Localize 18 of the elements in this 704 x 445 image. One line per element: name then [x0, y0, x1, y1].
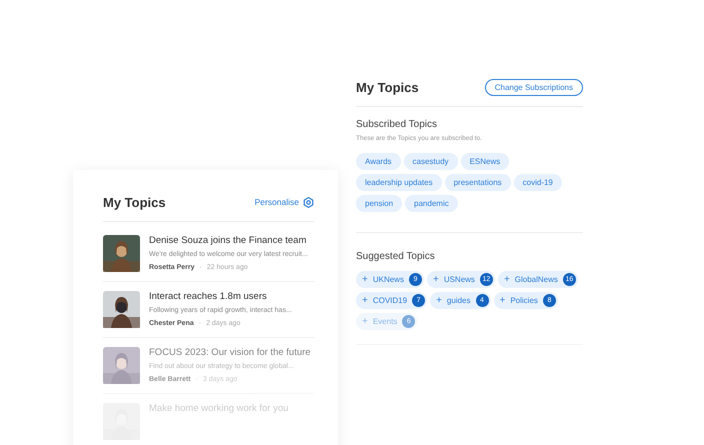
topic-tag[interactable]: ESNews — [460, 153, 510, 170]
change-subscriptions-button[interactable]: Change Subscriptions — [484, 78, 583, 96]
section-heading: Suggested Topics — [356, 251, 436, 262]
topic-tag[interactable]: Awards — [356, 153, 401, 170]
topic-tag[interactable]: leadership updates — [356, 174, 442, 191]
topic-tag[interactable]: casestudy — [404, 153, 458, 170]
topic-tag[interactable]: pension — [356, 195, 402, 212]
topic-tag[interactable]: presentations — [444, 174, 511, 191]
card-title: My Topics — [356, 80, 419, 94]
settings-icon — [303, 196, 314, 208]
section-heading: Subscribed Topics — [356, 119, 438, 130]
article-title[interactable]: Denise Souza joins the Finance team — [149, 235, 308, 246]
article-title[interactable]: Interact reaches 1.8m users — [149, 291, 292, 302]
topic-tag[interactable]: covid-19 — [514, 174, 562, 191]
article-title[interactable]: FOCUS 2023: Our vision for the future — [149, 347, 311, 358]
topic-tag[interactable]: pandemic — [405, 195, 458, 212]
personalise-link[interactable]: Personalise — [254, 196, 314, 208]
card-title: My Topics — [103, 194, 166, 210]
